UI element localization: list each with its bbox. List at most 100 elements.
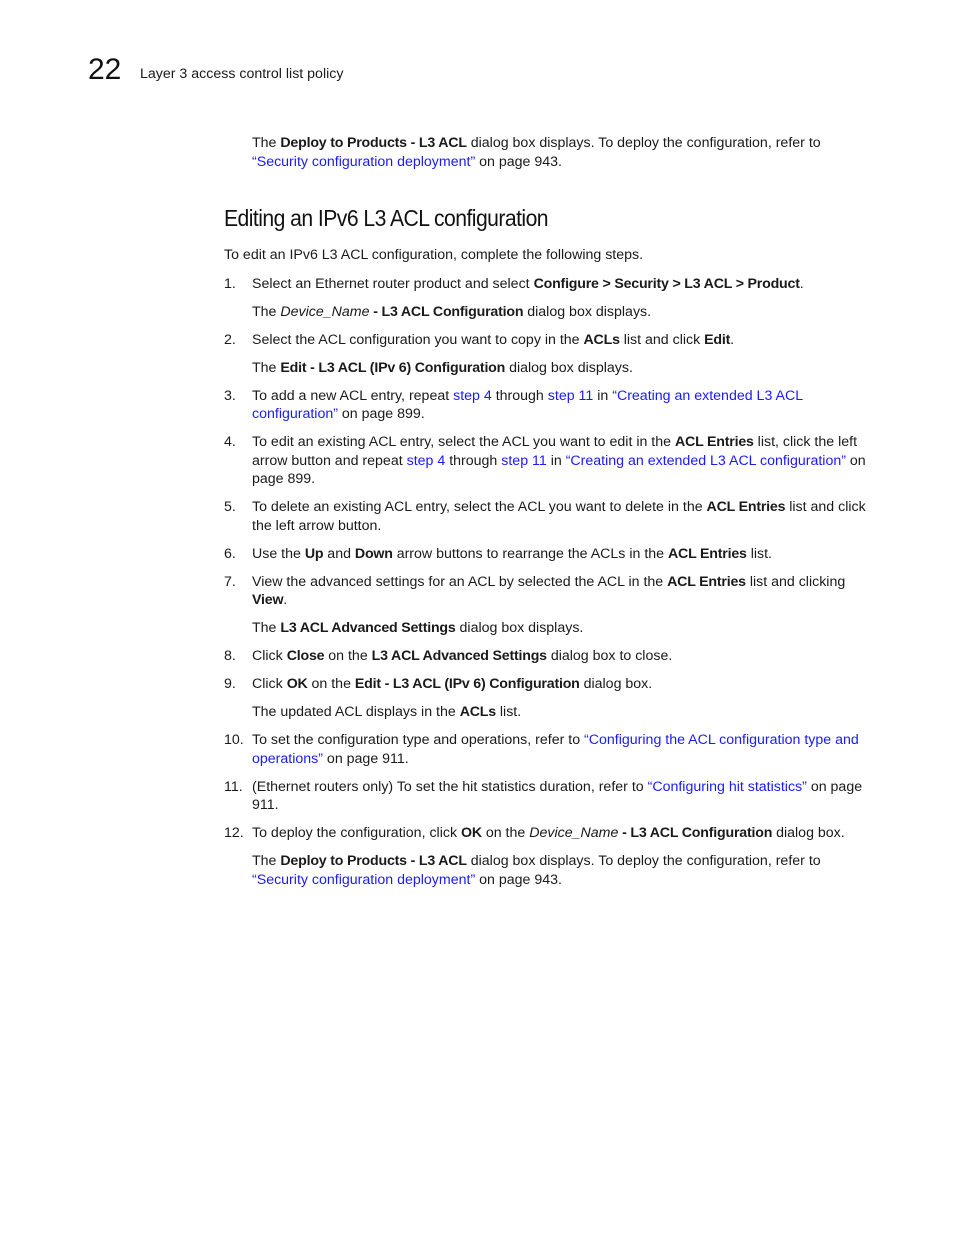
step-number: 2.	[224, 331, 236, 348]
section-heading: Editing an IPv6 L3 ACL configuration	[224, 205, 549, 231]
step-number: 11.	[224, 778, 243, 795]
dialog-name: Edit - L3 ACL (IPv 6) Configuration	[354, 676, 580, 692]
creating-extended-acl-link[interactable]: “Creating an extended L3 ACL configurati…	[566, 453, 846, 469]
text: Select an Ethernet router product and se…	[252, 275, 534, 292]
step-result: The Device_Name - L3 ACL Configuration d…	[252, 303, 874, 322]
step-4-link[interactable]: step 4	[407, 453, 446, 469]
text: .	[799, 275, 804, 292]
text: on page 943.	[475, 871, 562, 888]
text: .	[730, 331, 735, 348]
text: The updated ACL displays in the	[252, 704, 460, 720]
configuring-hit-statistics-link[interactable]: “Configuring hit statistics”	[648, 779, 807, 795]
step-11-link[interactable]: step 11	[548, 388, 594, 404]
ui-term: Edit	[704, 331, 731, 348]
text: on page 899.	[337, 406, 425, 422]
text: dialog box to close.	[546, 648, 673, 664]
ui-term: Down	[354, 545, 393, 562]
text: The	[252, 853, 281, 869]
ui-term: ACLs	[583, 331, 620, 348]
text: dialog box displays. To deploy the confi…	[466, 135, 821, 151]
step-10: 10. To set the configuration type and op…	[224, 731, 874, 768]
menu-path: Configure > Security > L3 ACL > Product	[533, 275, 800, 292]
step-number: 6.	[224, 545, 236, 562]
ui-term: ACL Entries	[668, 545, 747, 562]
step-6: 6. Use the Up and Down arrow buttons to …	[224, 545, 874, 564]
step-number: 3.	[224, 387, 236, 404]
step-4-link[interactable]: step 4	[453, 388, 492, 404]
page-content: The Deploy to Products - L3 ACL dialog b…	[224, 134, 874, 899]
text: The	[252, 620, 281, 636]
text: arrow buttons to rearrange the ACLs in t…	[392, 545, 668, 562]
dialog-name: L3 ACL Advanced Settings	[371, 648, 547, 664]
ui-term: OK	[461, 825, 482, 841]
text: Select the ACL configuration you want to…	[252, 331, 584, 348]
text: on the	[324, 648, 372, 664]
dialog-name: - L3 ACL Configuration	[618, 825, 773, 841]
step-4: 4. To edit an existing ACL entry, select…	[224, 433, 874, 489]
text: list and clicking	[745, 573, 846, 590]
step-result: The updated ACL displays in the ACLs lis…	[252, 703, 874, 722]
ui-term: View	[252, 592, 284, 608]
text: in	[546, 452, 566, 469]
text: in	[593, 387, 613, 404]
step-result: The L3 ACL Advanced Settings dialog box …	[252, 619, 874, 638]
text: To add a new ACL entry, repeat	[252, 387, 454, 404]
text: To delete an existing ACL entry, select …	[252, 499, 707, 515]
ui-term: ACLs	[459, 704, 496, 720]
step-number: 4.	[224, 434, 236, 450]
text: through	[491, 387, 548, 404]
ui-term: ACL Entries	[667, 573, 746, 590]
device-name-placeholder: Device_Name	[529, 825, 619, 841]
text: Click	[252, 648, 287, 664]
text: To deploy the configuration, click	[252, 825, 461, 841]
step-number: 8.	[224, 648, 236, 664]
text: dialog box displays.	[505, 359, 633, 376]
step-number: 10.	[224, 732, 244, 748]
text: View the advanced settings for an ACL by…	[252, 573, 668, 590]
text: list and click	[619, 331, 705, 348]
steps-list: 1. Select an Ethernet router product and…	[224, 275, 874, 890]
text: dialog box displays. To deploy the confi…	[466, 853, 821, 869]
chapter-number: 22	[88, 53, 122, 86]
step-9: 9. Click OK on the Edit - L3 ACL (IPv 6)…	[224, 675, 874, 722]
text: list.	[746, 545, 772, 562]
text: dialog box.	[772, 825, 845, 841]
step-number: 7.	[224, 573, 236, 590]
text: To edit an existing ACL entry, select th…	[252, 434, 675, 450]
text: The	[252, 303, 281, 320]
step-11: 11. (Ethernet routers only) To set the h…	[224, 778, 874, 815]
text: on page 943.	[475, 153, 562, 170]
step-number: 12.	[224, 825, 244, 841]
text: on the	[481, 825, 530, 841]
dialog-name: Deploy to Products - L3 ACL	[280, 853, 467, 869]
text: The	[252, 359, 281, 376]
step-number: 5.	[224, 499, 236, 515]
device-name-placeholder: Device_Name	[280, 303, 370, 320]
step-result: The Edit - L3 ACL (IPv 6) Configuration …	[252, 359, 874, 378]
dialog-name: Edit - L3 ACL (IPv 6) Configuration	[280, 359, 506, 376]
dialog-name: L3 ACL Advanced Settings	[280, 620, 456, 636]
deploy-intro-paragraph: The Deploy to Products - L3 ACL dialog b…	[224, 134, 874, 171]
step-number: 9.	[224, 676, 236, 692]
ui-term: Close	[286, 648, 325, 664]
section-intro: To edit an IPv6 L3 ACL configuration, co…	[224, 247, 644, 263]
step-2: 2. Select the ACL configuration you want…	[224, 331, 874, 378]
step-8: 8. Click Close on the L3 ACL Advanced Se…	[224, 647, 874, 666]
step-result: The Deploy to Products - L3 ACL dialog b…	[252, 852, 874, 889]
step-7: 7. View the advanced settings for an ACL…	[224, 573, 874, 638]
security-deployment-link[interactable]: “Security configuration deployment”	[252, 872, 475, 888]
text: list.	[495, 704, 522, 720]
step-12: 12. To deploy the configuration, click O…	[224, 824, 874, 889]
text: .	[283, 592, 288, 608]
step-3: 3. To add a new ACL entry, repeat step 4…	[224, 387, 874, 424]
step-5: 5. To delete an existing ACL entry, sele…	[224, 498, 874, 535]
text: To set the configuration type and operat…	[252, 732, 585, 748]
step-11-link[interactable]: step 11	[501, 453, 547, 469]
text: and	[323, 545, 355, 562]
step-number: 1.	[224, 275, 236, 292]
text: on page 911.	[322, 750, 409, 767]
ui-term: Up	[304, 545, 324, 562]
dialog-name: - L3 ACL Configuration	[369, 303, 524, 320]
ui-term: ACL Entries	[674, 434, 754, 450]
security-deployment-link[interactable]: “Security configuration deployment”	[252, 154, 475, 170]
